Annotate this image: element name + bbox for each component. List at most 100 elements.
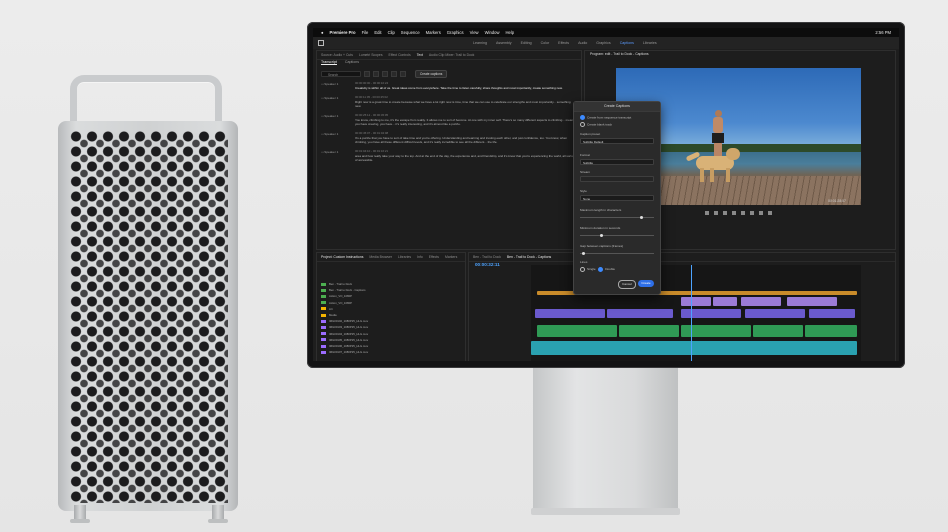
project-item[interactable]: IMG00103_1080P25_HLG.mov [321,324,461,330]
menu-file[interactable]: File [362,30,369,35]
project-item[interactable]: IMG00106_1080P25_HLG.mov [321,343,461,349]
audio-clip[interactable] [805,325,857,337]
subtab-captions[interactable]: Captions [345,60,359,65]
cancel-button[interactable]: Cancel [618,280,636,289]
video-clip[interactable] [809,309,855,318]
style-select[interactable]: None [580,195,654,201]
project-item[interactable]: IMG00105_1080P25_HLG.mov [321,337,461,343]
workspace-effects[interactable]: Effects [558,41,569,45]
workspace-learning[interactable]: Learning [473,41,487,45]
tab-effects[interactable]: Effects [429,255,439,259]
app-menu[interactable]: Premiere Pro [330,30,356,35]
export-frame-icon[interactable] [768,211,772,215]
workspace-assembly[interactable]: Assembly [496,41,512,45]
format-select[interactable]: Subtitle [580,159,654,165]
project-item[interactable]: Media [321,312,461,318]
menu-markers[interactable]: Markers [426,30,441,35]
menu-clip[interactable]: Clip [388,30,395,35]
video-clip[interactable] [607,309,673,318]
radio-double[interactable]: Double [598,267,615,272]
transcript-segment[interactable]: Speaker 1 00:00:00:00 - 00:00:10:24 Crea… [321,81,576,90]
project-item[interactable]: IMG00107_1080P25_HLG.mov [321,349,461,355]
project-item[interactable]: Action_VO_1080P [321,300,461,306]
segment-text[interactable]: area and how really take your way to the… [355,154,576,162]
tab-effect-controls[interactable]: Effect Controls [389,53,411,57]
create-button[interactable]: Create [638,280,654,287]
transcript-segment[interactable]: Speaker 1 00:00:45:07 - 00:01:04:08 It's… [321,131,576,144]
tab-markers[interactable]: Markers [445,255,457,259]
workspace-color[interactable]: Color [541,41,550,45]
project-item[interactable]: Ben - Trail to Dock [321,281,461,287]
gap-slider[interactable] [580,251,654,255]
mark-in-icon[interactable] [705,211,709,215]
radio-single[interactable]: Single [580,267,596,272]
transcript-segment[interactable]: Speaker 1 00:00:11:05 - 00:00:25:02 Righ… [321,95,576,108]
video-clip[interactable] [535,309,605,318]
transcript-segment[interactable]: Speaker 1 00:00:25:12 - 00:00:45:05 You … [321,113,576,126]
project-item[interactable]: IMG00102_1080P25_HLG.mov [321,318,461,324]
tab-source[interactable]: Source: Audio + Cuts [321,53,353,57]
segment-text[interactable]: Right now is a great time to create beca… [355,100,576,108]
home-icon[interactable] [318,40,324,46]
audio-clip[interactable] [537,325,617,337]
video-clip[interactable] [713,297,737,306]
tab-lumetri-scopes[interactable]: Lumetri Scopes [359,53,383,57]
menu-graphics[interactable]: Graphics [447,30,464,35]
workspace-libraries[interactable]: Libraries [643,41,657,45]
tab-info[interactable]: Info [417,255,423,259]
replace-icon[interactable] [382,71,388,77]
mark-out-icon[interactable] [714,211,718,215]
tab-sequence[interactable]: Ben - Trail to Dock [473,255,501,259]
workspace-captions[interactable]: Captions [620,41,634,45]
step-back-icon[interactable] [723,211,727,215]
workspace-audio[interactable]: Audio [578,41,587,45]
extract-icon[interactable] [759,211,763,215]
step-forward-icon[interactable] [741,211,745,215]
music-clip[interactable] [531,341,857,355]
segment-text[interactable]: Creativity is within all of us. Great id… [355,86,576,90]
prev-result-icon[interactable] [364,71,370,77]
playhead[interactable] [691,265,692,361]
subtab-transcript[interactable]: Transcript [321,60,337,65]
workspace-graphics[interactable]: Graphics [596,41,610,45]
menu-edit[interactable]: Edit [374,30,381,35]
tab-sequence-captions[interactable]: Ben - Trail to Dock - Captions [507,255,551,259]
tab-libraries[interactable]: Libraries [398,255,411,259]
play-icon[interactable] [732,211,736,215]
segment-text[interactable]: You know, climbing to me, it's the escap… [355,118,576,126]
project-item[interactable]: Action_VO_1080P [321,293,461,299]
max-length-slider[interactable] [580,215,654,219]
tab-text[interactable]: Text [417,53,423,57]
menu-view[interactable]: View [470,30,479,35]
video-clip[interactable] [745,309,805,318]
menu-sequence[interactable]: Sequence [401,30,420,35]
transcript-search-input[interactable]: Search [321,71,361,77]
project-item[interactable]: Ben - Trail to Dock - Captions [321,287,461,293]
radio-blank-track[interactable]: Create blank track [580,122,612,127]
tab-media-browser[interactable]: Media Browser [369,255,392,259]
video-clip[interactable] [787,297,837,306]
segment-text[interactable]: It's a puzzle that you have to sort of t… [355,136,576,144]
create-captions-button[interactable]: Create captions [415,70,448,78]
radio-from-sequence[interactable]: Create from sequence transcript [580,115,631,120]
min-duration-slider[interactable] [580,233,654,237]
video-clip[interactable] [681,297,711,306]
project-item[interactable]: Art [321,306,461,312]
stream-select[interactable] [580,176,654,182]
menu-window[interactable]: Window [485,30,500,35]
lift-icon[interactable] [750,211,754,215]
transcript-segment[interactable]: Speaker 1 00:01:04:10 - 00:01:16:21 area… [321,149,576,162]
video-clip[interactable] [741,297,781,306]
apple-icon[interactable]: ● [321,30,324,35]
caption-preset-select[interactable]: Subtitle Default [580,138,654,144]
video-clip[interactable] [681,309,741,318]
audio-clip[interactable] [619,325,679,337]
tab-audio-clip-mixer[interactable]: Audio Clip Mixer: Trail to Dock [429,53,474,57]
merge-icon[interactable] [400,71,406,77]
split-icon[interactable] [391,71,397,77]
audio-clip[interactable] [753,325,803,337]
project-item[interactable]: IMG00104_1080P25_HLG.mov [321,331,461,337]
next-result-icon[interactable] [373,71,379,77]
tab-project[interactable]: Project: Custom Instructions [321,255,363,259]
menu-help[interactable]: Help [505,30,514,35]
